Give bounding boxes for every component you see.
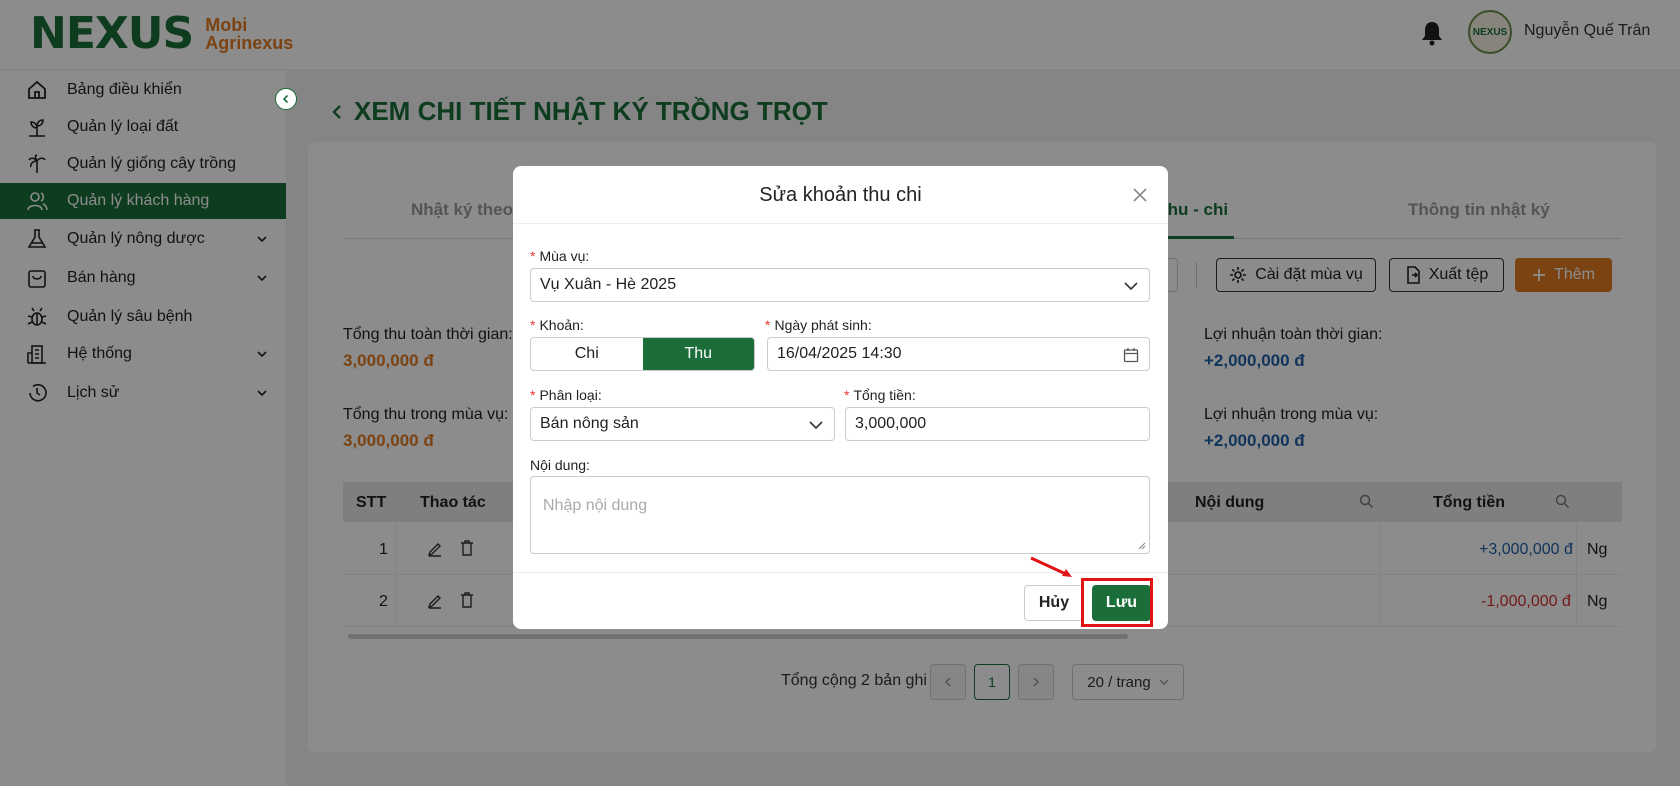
category-label-text: Phân loại: xyxy=(539,387,602,403)
amount-input[interactable]: 3,000,000 xyxy=(845,407,1150,441)
amount-value: 3,000,000 xyxy=(855,415,927,432)
category-field-label: * Phân loại: xyxy=(530,387,602,403)
type-option-thu[interactable]: Thu xyxy=(642,338,754,370)
season-field-label: * Mùa vụ: xyxy=(530,248,590,264)
date-label-text: Ngày phát sinh: xyxy=(774,317,872,333)
season-select[interactable]: Vụ Xuân - Hè 2025 xyxy=(530,268,1150,302)
annotation-arrow-icon xyxy=(1030,556,1072,577)
category-select[interactable]: Bán nông sản xyxy=(530,407,835,441)
type-field-label: * Khoản: xyxy=(530,317,584,333)
season-value: Vụ Xuân - Hè 2025 xyxy=(540,276,677,293)
sidebar-collapse-button[interactable] xyxy=(275,88,297,110)
chevron-left-icon xyxy=(282,94,289,104)
modal-header: Sửa khoản thu chi xyxy=(513,166,1168,224)
resize-handle-icon[interactable] xyxy=(1138,542,1146,550)
season-label-text: Mùa vụ: xyxy=(539,248,590,264)
type-segmented-control: Chi Thu xyxy=(530,337,755,371)
amount-field-label: * Tổng tiền: xyxy=(844,387,916,403)
content-field-label: Nội dung: xyxy=(530,457,590,473)
content-textarea[interactable]: Nhập nội dung xyxy=(530,476,1150,554)
cancel-button[interactable]: Hủy xyxy=(1024,585,1084,621)
date-picker-input[interactable]: 16/04/2025 14:30 xyxy=(767,337,1150,371)
date-value: 16/04/2025 14:30 xyxy=(777,345,902,362)
save-button-highlight xyxy=(1081,578,1153,627)
chevron-down-icon xyxy=(809,421,823,430)
category-value: Bán nông sản xyxy=(540,415,639,432)
chevron-down-icon xyxy=(1124,282,1138,291)
content-placeholder: Nhập nội dung xyxy=(543,497,648,514)
calendar-icon xyxy=(1123,348,1139,363)
type-option-chi[interactable]: Chi xyxy=(531,338,643,370)
date-field-label: * Ngày phát sinh: xyxy=(765,317,872,333)
amount-label-text: Tổng tiền: xyxy=(853,387,916,403)
close-icon[interactable] xyxy=(1131,186,1149,204)
modal-title: Sửa khoản thu chi xyxy=(759,184,922,206)
type-label-text: Khoản: xyxy=(539,317,584,333)
